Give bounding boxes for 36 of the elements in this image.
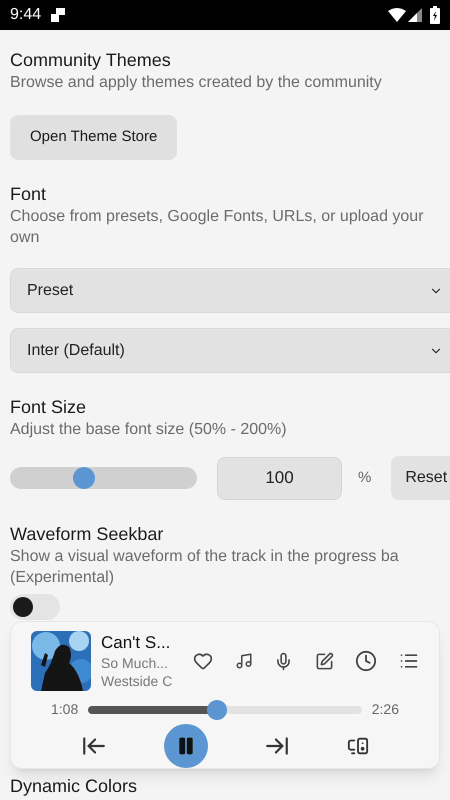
percent-label: % <box>358 468 372 488</box>
album-name: So Much... <box>101 654 169 672</box>
track-title: Can't S... <box>101 632 172 654</box>
battery-icon <box>430 6 440 24</box>
section-description: Choose from presets, Google Fonts, URLs, or upload your own <box>10 207 425 248</box>
signal-icon <box>408 8 422 22</box>
progress-track[interactable] <box>88 706 362 714</box>
dropdown-select[interactable]: Inter (Default) <box>10 328 450 373</box>
play-pause-button[interactable] <box>164 724 208 768</box>
edit-icon[interactable] <box>314 652 334 670</box>
section-description: Show a visual waveform of the track in the progress ba (Experimental) <box>10 547 400 588</box>
dropdown-select[interactable]: Preset <box>10 268 450 313</box>
section-description: Adjust the base font size (50% - 200%) <box>10 420 288 440</box>
music-note-icon[interactable] <box>234 652 253 670</box>
speaker-device-icon[interactable] <box>346 735 369 757</box>
section-title: Dynamic Colors <box>10 775 138 798</box>
section-description: Browse and apply themes created by the community <box>10 73 383 93</box>
notification-icon <box>51 8 66 22</box>
reset-button[interactable]: Reset <box>391 456 450 500</box>
slider-track[interactable] <box>10 467 197 489</box>
font-size-field[interactable]: 100 <box>217 456 342 500</box>
status-time: 9:44 <box>10 5 42 25</box>
progress-thumb[interactable] <box>206 700 227 720</box>
section-title: Font Size <box>10 396 88 419</box>
artist-name: Westside C <box>101 672 174 690</box>
duration-time: 2:26 <box>372 700 399 719</box>
section-title: Waveform Seekbar <box>10 523 164 546</box>
heart-icon[interactable] <box>193 651 213 671</box>
open-theme-store-button[interactable]: Open Theme Store <box>10 115 178 160</box>
wifi-icon <box>388 8 406 22</box>
clock-icon[interactable] <box>355 650 378 672</box>
section-title: Community Themes <box>10 49 172 72</box>
elapsed-time: 1:08 <box>51 700 78 719</box>
toggle-switch[interactable] <box>10 594 60 620</box>
slider-thumb[interactable] <box>72 467 95 489</box>
section-title: Font <box>10 183 48 206</box>
